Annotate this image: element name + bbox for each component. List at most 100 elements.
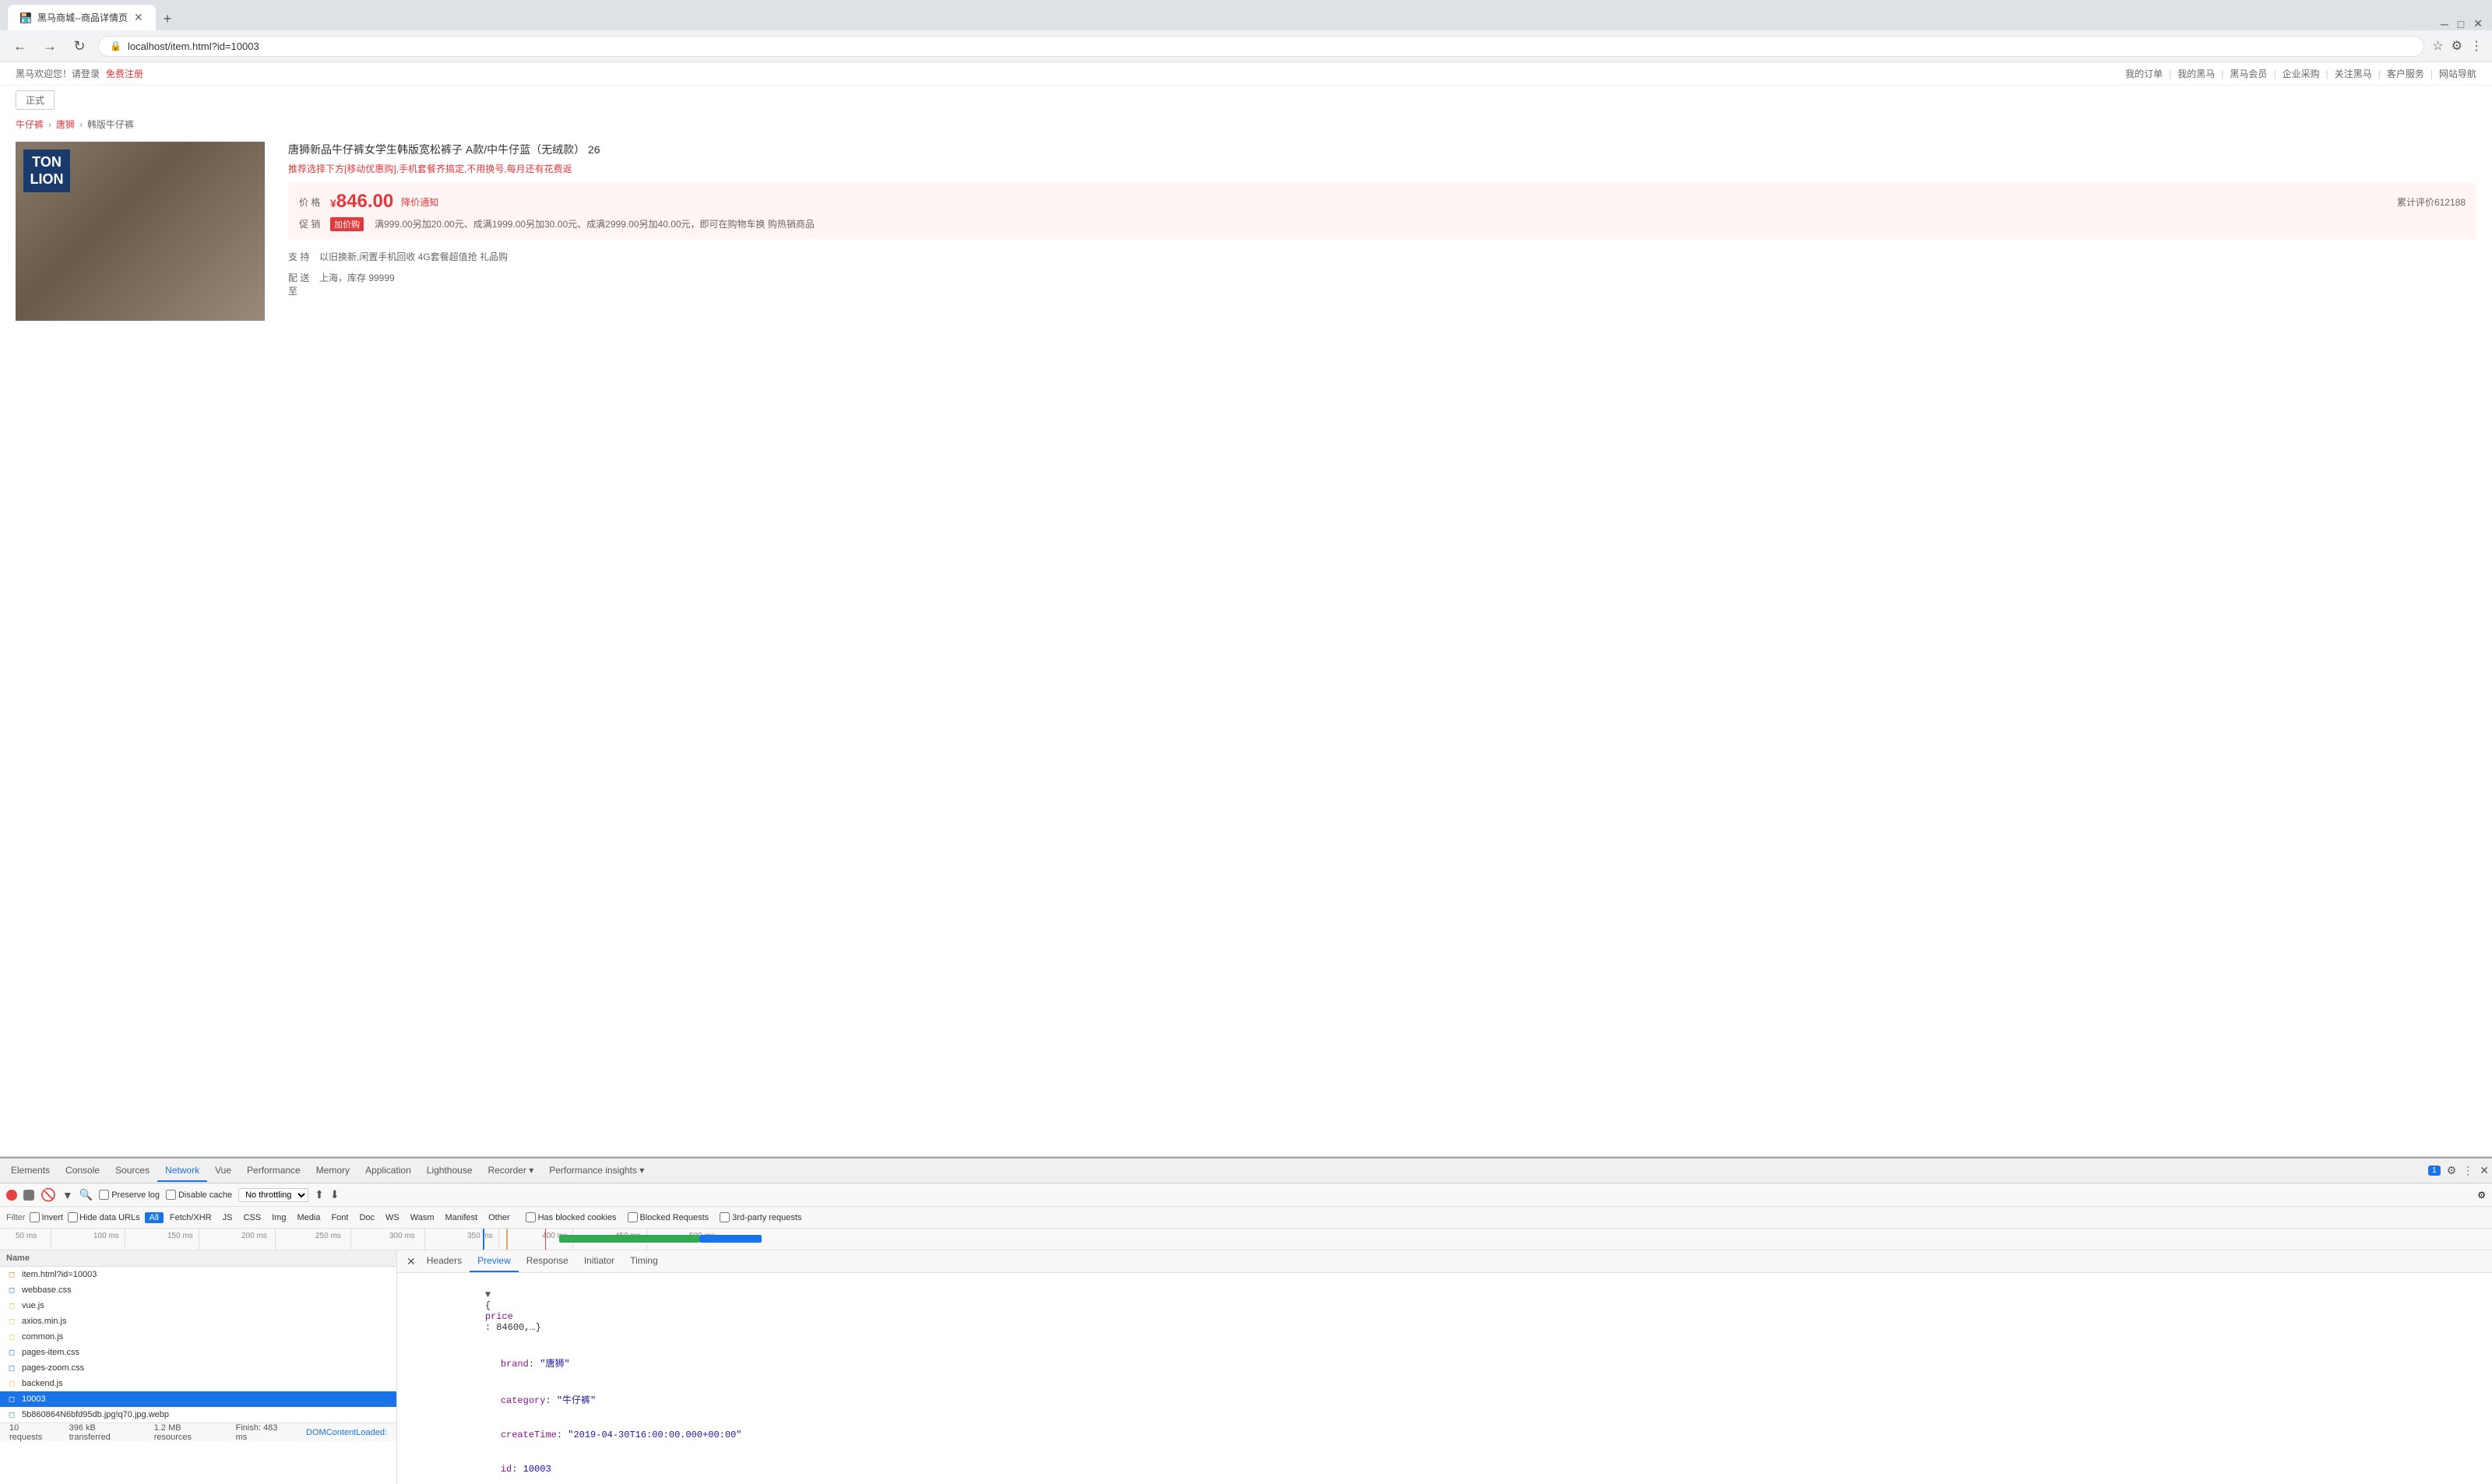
file-row[interactable]: ◻ 5b860864N6bfd95db.jpg!q70.jpg.webp	[0, 1407, 396, 1422]
import-icon[interactable]: ⬆	[315, 1188, 324, 1201]
status-button[interactable]: 正式	[16, 90, 55, 110]
file-row-selected[interactable]: ◻ 10003	[0, 1391, 396, 1407]
search-icon[interactable]: 🔍	[79, 1188, 93, 1201]
tab-close-button[interactable]: ✕	[134, 11, 143, 24]
has-blocked-checkbox[interactable]: Has blocked cookies	[526, 1212, 617, 1222]
maximize-icon[interactable]: □	[2458, 18, 2464, 30]
tab-performance[interactable]: Performance	[239, 1160, 308, 1182]
price-number: 846.00	[336, 191, 393, 212]
tab-vue[interactable]: Vue	[207, 1160, 239, 1182]
sitemap-link[interactable]: 网站导航	[2439, 67, 2476, 80]
filter-all[interactable]: All	[145, 1212, 164, 1223]
address-bar[interactable]: 🔒 localhost/item.html?id=10003	[98, 36, 2424, 57]
filter-img[interactable]: Img	[267, 1212, 290, 1223]
more-options-icon[interactable]: ⋮	[2462, 1164, 2473, 1177]
devtools-align-icon[interactable]: ⚙	[2477, 1190, 2486, 1201]
minimize-icon[interactable]: ─	[2441, 18, 2448, 30]
breadcrumb-jeans[interactable]: 牛仔裤	[16, 118, 44, 131]
filter-doc[interactable]: Doc	[354, 1212, 379, 1223]
third-party-checkbox[interactable]: 3rd-party requests	[720, 1212, 801, 1222]
preview-tab-headers[interactable]: Headers	[419, 1250, 470, 1272]
file-row[interactable]: ◻ backend.js	[0, 1376, 396, 1391]
filter-manifest[interactable]: Manifest	[441, 1212, 483, 1223]
tab-console[interactable]: Console	[58, 1160, 107, 1182]
close-devtools-icon[interactable]: ✕	[2480, 1164, 2489, 1177]
filter-type-buttons: All Fetch/XHR JS CSS Img Media Font Doc …	[145, 1212, 515, 1223]
file-icon-html: ◻	[6, 1269, 17, 1280]
settings-icon[interactable]: ⚙	[2447, 1164, 2457, 1177]
refresh-button[interactable]: ↻	[69, 35, 90, 57]
support-label: 支 持	[288, 250, 312, 263]
preserve-log-checkbox[interactable]: Preserve log	[99, 1190, 160, 1200]
filter-css[interactable]: CSS	[239, 1212, 266, 1223]
register-link[interactable]: 免费注册	[106, 67, 143, 80]
hide-data-urls-checkbox[interactable]: Hide data URLs	[68, 1212, 140, 1222]
my-hema-link[interactable]: 我的黑马	[2177, 67, 2215, 80]
close-preview-button[interactable]: ✕	[403, 1252, 419, 1271]
filter-icon[interactable]: ▼	[62, 1189, 73, 1201]
invert-checkbox[interactable]: Invert	[30, 1212, 63, 1222]
invert-label: Invert	[41, 1213, 63, 1222]
file-name-8: 10003	[22, 1394, 390, 1404]
throttle-select[interactable]: No throttling Fast 3G Slow 3G Offline	[238, 1188, 308, 1202]
jiagou-button[interactable]: 加价购	[330, 217, 364, 231]
disable-cache-checkbox[interactable]: Disable cache	[166, 1190, 232, 1200]
filter-font[interactable]: Font	[326, 1212, 353, 1223]
price-notify-link[interactable]: 降价通知	[401, 195, 438, 209]
clear-button[interactable]: 🚫	[40, 1187, 56, 1203]
preview-json-content: ▼ { price : 84600,…} brand: "唐狮" categor…	[397, 1273, 2492, 1484]
bookmark-star-icon[interactable]: ☆	[2432, 38, 2443, 54]
service-link[interactable]: 客户服务	[2387, 67, 2424, 80]
collapse-root[interactable]: ▼	[485, 1289, 491, 1300]
top-bar-right: 我的订单 | 我的黑马 | 黑马会员 | 企业采购 | 关注黑马 | 客户服务 …	[2125, 67, 2476, 80]
preview-tab-response[interactable]: Response	[519, 1250, 576, 1272]
extensions-icon[interactable]: ⚙	[2452, 38, 2462, 54]
json-createtime-line: createTime: "2019-04-30T16:00:00.000+00:…	[407, 1418, 2483, 1452]
new-tab-button[interactable]: +	[157, 8, 178, 30]
file-row[interactable]: ◻ webbase.css	[0, 1282, 396, 1298]
tab-elements[interactable]: Elements	[3, 1160, 58, 1182]
filter-media[interactable]: Media	[292, 1212, 325, 1223]
breadcrumb-tongshu[interactable]: 唐狮	[56, 118, 75, 131]
tab-performance-insights[interactable]: Performance insights ▾	[541, 1160, 652, 1182]
file-row[interactable]: ◻ common.js	[0, 1329, 396, 1345]
page-top-bar: 黑马欢迎您！请登录 免费注册 我的订单 | 我的黑马 | 黑马会员 | 企业采购…	[0, 62, 2492, 86]
tab-memory[interactable]: Memory	[308, 1160, 357, 1182]
close-window-icon[interactable]: ✕	[2473, 17, 2483, 30]
enterprise-link[interactable]: 企业采购	[2283, 67, 2320, 80]
my-orders-link[interactable]: 我的订单	[2125, 67, 2163, 80]
follow-link[interactable]: 关注黑马	[2335, 67, 2372, 80]
preview-tab-preview[interactable]: Preview	[470, 1250, 519, 1272]
stop-button[interactable]	[23, 1190, 34, 1201]
dom-content-loaded-link[interactable]: DOMContentLoaded:	[306, 1428, 387, 1437]
filter-ws[interactable]: WS	[381, 1212, 404, 1223]
filter-other[interactable]: Other	[484, 1212, 515, 1223]
filter-wasm[interactable]: Wasm	[406, 1212, 439, 1223]
blocked-requests-checkbox[interactable]: Blocked Requests	[628, 1212, 709, 1222]
forward-button[interactable]: →	[39, 35, 61, 57]
breadcrumb: 牛仔裤 › 唐狮 › 韩版牛仔裤	[0, 114, 2492, 134]
export-icon[interactable]: ⬇	[330, 1188, 340, 1201]
back-button[interactable]: ←	[9, 35, 31, 57]
preview-tab-initiator[interactable]: Initiator	[576, 1250, 622, 1272]
tab-lighthouse[interactable]: Lighthouse	[419, 1160, 480, 1182]
tab-application[interactable]: Application	[357, 1160, 419, 1182]
file-row[interactable]: ◻ axios.min.js	[0, 1313, 396, 1329]
active-tab[interactable]: 🏪 黑马商城--商品详情页 ✕	[8, 5, 156, 30]
file-row[interactable]: ◻ vue.js	[0, 1298, 396, 1313]
status-bar-bottom: 10 requests 396 kB transferred 1.2 MB re…	[0, 1422, 396, 1441]
tab-sources[interactable]: Sources	[107, 1160, 157, 1182]
file-row[interactable]: ◻ item.html?id=10003	[0, 1267, 396, 1282]
vip-link[interactable]: 黑马会员	[2230, 67, 2267, 80]
filter-js[interactable]: JS	[218, 1212, 238, 1223]
tab-network[interactable]: Network	[157, 1160, 207, 1182]
file-row[interactable]: ◻ pages-item.css	[0, 1345, 396, 1360]
file-icon-css2: ◻	[6, 1347, 17, 1358]
filter-fetch-xhr[interactable]: Fetch/XHR	[165, 1212, 216, 1223]
menu-icon[interactable]: ⋮	[2470, 38, 2483, 54]
preview-tab-timing[interactable]: Timing	[622, 1250, 666, 1272]
file-row[interactable]: ◻ pages-zoom.css	[0, 1360, 396, 1376]
hide-data-urls-label: Hide data URLs	[79, 1213, 140, 1222]
record-button[interactable]	[6, 1190, 17, 1201]
tab-recorder[interactable]: Recorder ▾	[480, 1160, 542, 1182]
